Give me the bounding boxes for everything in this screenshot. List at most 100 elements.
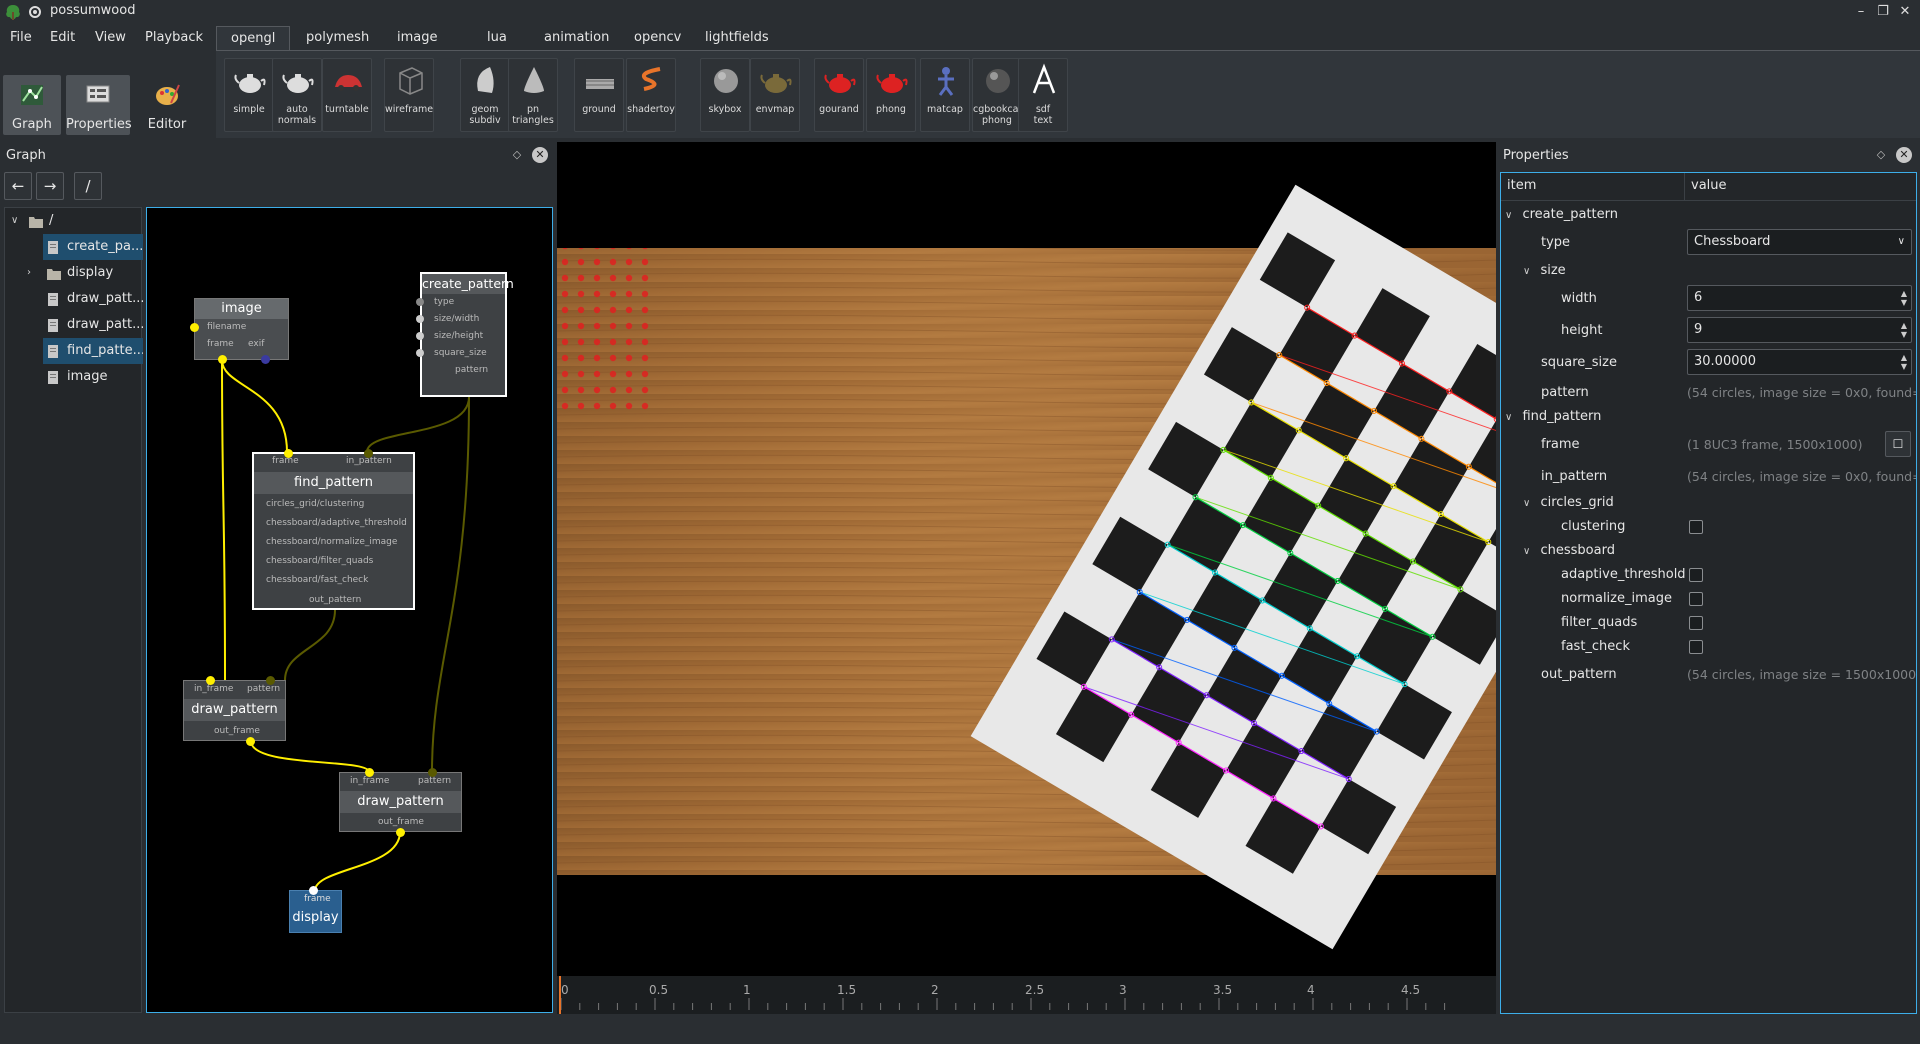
timeline-tick-label: 3.5	[1213, 983, 1232, 997]
port-dot[interactable]	[416, 332, 424, 340]
menu-playback[interactable]: Playback	[145, 30, 203, 45]
row-chessboard[interactable]: ∨ chessboard	[1523, 539, 1615, 563]
filter-quads-checkbox[interactable]	[1689, 616, 1703, 630]
tab-opencv[interactable]: opencv	[620, 26, 695, 50]
tab-lua[interactable]: lua	[473, 26, 521, 50]
port-dot[interactable]	[364, 449, 373, 458]
height-spinbox[interactable]: 9 ▲ ▼	[1687, 317, 1912, 343]
tree-item-draw-pattern[interactable]: draw_patt...	[5, 286, 143, 312]
port-dot[interactable]	[190, 323, 199, 332]
spin-arrows-icon[interactable]: ▲ ▼	[1901, 289, 1907, 307]
width-spinbox[interactable]: 6 ▲ ▼	[1687, 285, 1912, 311]
shelf-button-envmap[interactable]: envmap	[750, 58, 800, 132]
tree-item-create-pattern[interactable]: create_pa...	[43, 234, 143, 260]
chevron-down-icon[interactable]: ∨	[1523, 266, 1530, 277]
shelf-button-sdf-text[interactable]: sdf text	[1018, 58, 1068, 132]
shelf-button-matcap[interactable]: matcap	[920, 58, 970, 132]
square-size-spinbox[interactable]: 30.00000 ▲ ▼	[1687, 349, 1912, 375]
port-dot[interactable]	[416, 298, 424, 306]
tree-item-display[interactable]: › display	[5, 260, 143, 286]
shelf-button-wireframe[interactable]: wireframe	[384, 58, 434, 132]
port-dot[interactable]	[416, 315, 424, 323]
port-dot[interactable]	[246, 737, 255, 746]
shelf-button-phong[interactable]: phong	[866, 58, 916, 132]
shelf-button-turntable[interactable]: turntable	[322, 58, 372, 132]
tree-item-root[interactable]: ∨ /	[5, 208, 143, 234]
node-graph-canvas[interactable]: image filename frame exif create_pattern…	[146, 207, 553, 1013]
shelf-button-geom-subdiv[interactable]: geom subdiv	[460, 58, 510, 132]
adaptive-threshold-checkbox[interactable]	[1689, 568, 1703, 582]
spin-arrows-icon[interactable]: ▲ ▼	[1901, 321, 1907, 339]
port-dot[interactable]	[218, 355, 227, 364]
chevron-down-icon[interactable]: ∨	[1523, 546, 1530, 557]
close-icon[interactable]: ✕	[1896, 3, 1914, 21]
node-draw-pattern[interactable]: in_frame pattern draw_pattern out_frame	[183, 676, 286, 746]
port-dot[interactable]	[206, 676, 215, 685]
float-icon[interactable]: ◇	[511, 149, 523, 161]
row-circles-grid[interactable]: ∨ circles_grid	[1523, 491, 1614, 515]
tab-lightfields[interactable]: lightfields	[691, 26, 783, 50]
back-button[interactable]: ←	[4, 172, 32, 200]
node-display[interactable]: frame display	[289, 886, 342, 933]
node-image[interactable]: image filename frame exif	[190, 298, 289, 364]
frame-preview-button[interactable]: ☐	[1885, 431, 1911, 457]
chevron-right-icon[interactable]: ›	[27, 260, 31, 286]
row-create-pattern[interactable]: ∨ create_pattern	[1505, 203, 1618, 227]
menu-file[interactable]: File	[10, 30, 32, 45]
tree-item-image[interactable]: image	[5, 364, 143, 390]
graph-tree[interactable]: ∨ / create_pa... › display draw_patt... …	[4, 207, 143, 1013]
port-dot[interactable]	[396, 828, 405, 837]
shelf-button-auto-normals[interactable]: auto normals	[272, 58, 322, 132]
shelf-button-pn-triangles[interactable]: pn triangles	[508, 58, 558, 132]
clustering-checkbox[interactable]	[1689, 520, 1703, 534]
tree-item-draw-pattern[interactable]: draw_patt...	[5, 312, 143, 338]
forward-button[interactable]: →	[36, 172, 64, 200]
menu-view[interactable]: View	[95, 30, 126, 45]
spin-arrows-icon[interactable]: ▲ ▼	[1901, 353, 1907, 371]
tab-polymesh[interactable]: polymesh	[292, 26, 383, 50]
node-create-pattern[interactable]: create_pattern type size/width size/heig…	[416, 272, 514, 397]
shelf-button-ground[interactable]: ground	[574, 58, 624, 132]
float-icon[interactable]: ◇	[1875, 149, 1887, 161]
3d-viewport[interactable]	[557, 142, 1658, 976]
path-button[interactable]: /	[74, 172, 102, 200]
type-select[interactable]: Chessboard ∨	[1687, 229, 1912, 255]
chevron-down-icon[interactable]: ∨	[1505, 412, 1512, 423]
port-dot[interactable]	[309, 886, 318, 895]
editor-toggle-button[interactable]: Editor	[138, 75, 196, 135]
properties-close-icon[interactable]: ✕	[1896, 147, 1912, 163]
menu-edit[interactable]: Edit	[50, 30, 75, 45]
port-label: frame	[272, 456, 299, 466]
shelf-button-simple[interactable]: simple	[224, 58, 274, 132]
port-dot[interactable]	[261, 355, 270, 364]
timeline[interactable]: 0 0.5 1 1.5 2 2.5 3 3.5 4 4.5	[557, 976, 1496, 1014]
shelf-button-shadertoy[interactable]: shadertoy	[626, 58, 676, 132]
chevron-down-icon[interactable]: ∨	[1523, 498, 1530, 509]
graph-toggle-button[interactable]: Graph	[3, 75, 61, 135]
tab-image[interactable]: image	[383, 26, 452, 50]
port-dot[interactable]	[266, 676, 275, 685]
minimize-icon[interactable]: –	[1852, 3, 1870, 21]
shelf-button-cgbookcase-phong[interactable]: cgbookcase phong	[972, 58, 1029, 132]
graph-close-icon[interactable]: ✕	[532, 147, 548, 163]
port-dot[interactable]	[365, 768, 374, 777]
shelf-button-skybox[interactable]: skybox	[700, 58, 750, 132]
gear-icon[interactable]	[28, 5, 42, 19]
row-find-pattern[interactable]: ∨ find_pattern	[1505, 405, 1601, 429]
shelf-button-gourand[interactable]: gourand	[814, 58, 864, 132]
node-find-pattern[interactable]: frame in_pattern find_pattern circles_gr…	[252, 449, 415, 610]
chevron-down-icon[interactable]: ∨	[11, 208, 18, 234]
maximize-icon[interactable]: ❐	[1874, 3, 1892, 21]
row-size[interactable]: ∨ size	[1523, 259, 1566, 283]
normalize-image-checkbox[interactable]	[1689, 592, 1703, 606]
tab-opengl[interactable]: opengl	[216, 26, 291, 50]
port-dot[interactable]	[284, 449, 293, 458]
chevron-down-icon[interactable]: ∨	[1505, 210, 1512, 221]
port-dot[interactable]	[428, 768, 437, 777]
tree-item-find-pattern[interactable]: find_patte...	[43, 338, 143, 364]
tab-animation[interactable]: animation	[530, 26, 623, 50]
properties-toggle-button[interactable]: Properties	[66, 75, 132, 135]
fast-check-checkbox[interactable]	[1689, 640, 1703, 654]
node-draw-pattern[interactable]: in_frame pattern draw_pattern out_frame	[339, 768, 462, 837]
port-dot[interactable]	[416, 349, 424, 357]
